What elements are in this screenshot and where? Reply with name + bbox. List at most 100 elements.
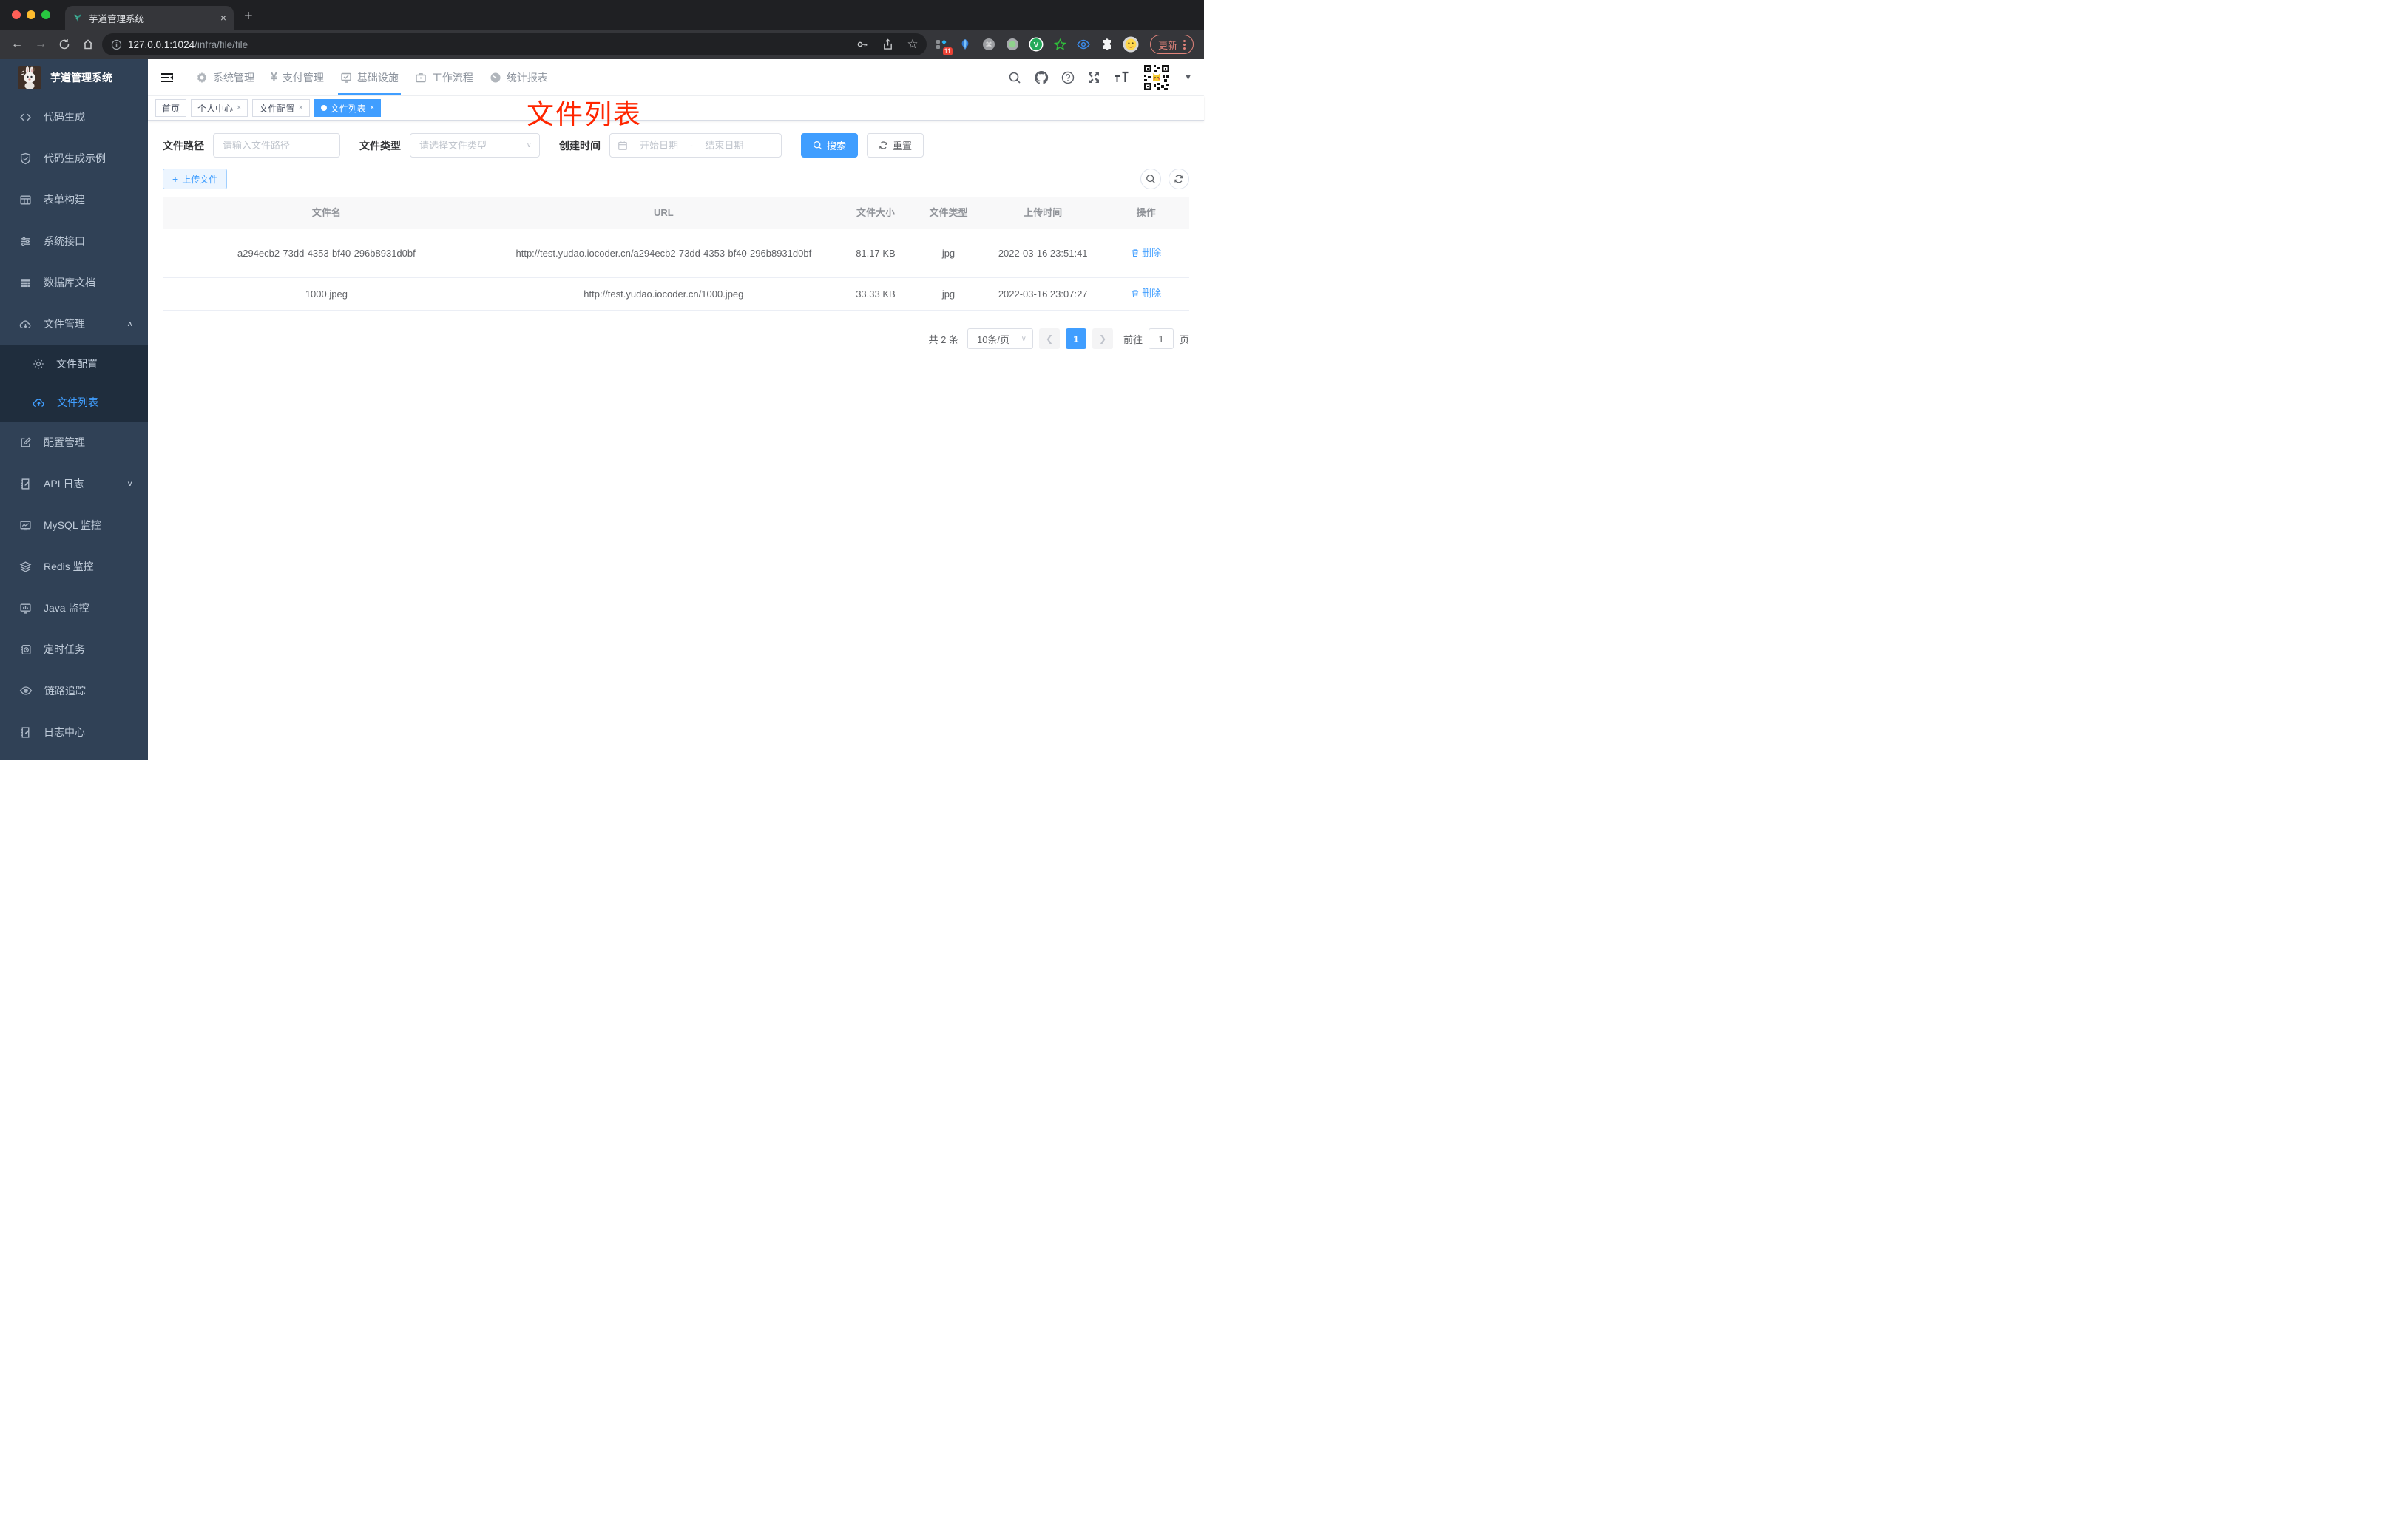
file-path-input[interactable] (214, 140, 339, 151)
next-page-button[interactable]: ❯ (1092, 328, 1113, 349)
tab-close-icon[interactable]: × (220, 12, 226, 24)
gear-icon (33, 358, 44, 370)
new-tab-button[interactable]: + (244, 8, 253, 25)
tag-file-config[interactable]: 文件配置 × (252, 99, 310, 117)
tag-profile[interactable]: 个人中心 × (191, 99, 248, 117)
upload-file-button[interactable]: + 上传文件 (163, 169, 228, 189)
top-menu-label: 支付管理 (282, 71, 324, 84)
tag-home[interactable]: 首页 (155, 99, 187, 117)
sidebar: 芋道管理系统 代码生成 代码生成示例 表单构建 系统接口 数据库文档 文件管理 … (0, 59, 148, 760)
close-icon[interactable]: × (370, 104, 374, 112)
user-avatar-qr[interactable] (1142, 62, 1172, 92)
url-bar[interactable]: 127.0.0.1:1024/infra/file/file ☆ (102, 33, 927, 55)
date-range-picker[interactable]: - (609, 133, 782, 158)
search-label: 搜索 (827, 141, 847, 152)
sidebar-item-label: 数据库文档 (44, 277, 95, 288)
end-date-input[interactable] (697, 140, 751, 151)
top-menu-label: 基础设施 (356, 71, 399, 84)
extension-icons: 11 ⌘ V (931, 34, 1141, 55)
tag-label: 个人中心 (197, 103, 234, 114)
extension-grid-icon[interactable]: 11 (931, 34, 953, 55)
back-icon[interactable]: ← (7, 35, 27, 54)
cloud-download-icon (19, 318, 32, 331)
sidebar-item-db-doc[interactable]: 数据库文档 (0, 262, 148, 303)
sidebar-item-code-generation[interactable]: 代码生成 (0, 96, 148, 138)
search-button[interactable]: 搜索 (801, 133, 859, 158)
close-icon[interactable]: × (298, 104, 302, 112)
sidebar-toggle-icon[interactable] (160, 70, 175, 85)
sidebar-item-scheduled-tasks[interactable]: 定时任务 (0, 629, 148, 670)
sidebar-item-redis-monitor[interactable]: Redis 监控 (0, 546, 148, 587)
select-caret-icon: ∨ (526, 141, 532, 149)
bookmark-star-icon[interactable]: ☆ (903, 35, 922, 54)
table-row: a294ecb2-73dd-4353-bf40-296b8931d0bf htt… (163, 229, 1189, 278)
refresh-table-button[interactable] (1169, 169, 1189, 189)
delete-button[interactable]: 删除 (1131, 285, 1161, 301)
sidebar-item-tracing[interactable]: 链路追踪 (0, 670, 148, 711)
fullscreen-icon[interactable] (1087, 71, 1100, 84)
help-icon[interactable] (1061, 71, 1075, 84)
jump-prefix-label: 前往 (1123, 334, 1143, 345)
show-search-button[interactable] (1140, 169, 1161, 189)
page-size-select[interactable]: 10条/页 ∨ (967, 328, 1033, 349)
tag-file-list[interactable]: 文件列表 × (314, 99, 382, 117)
page-number-button[interactable]: 1 (1065, 328, 1086, 349)
font-size-icon[interactable] (1113, 71, 1129, 84)
share-icon[interactable] (878, 35, 897, 54)
github-icon[interactable] (1034, 70, 1049, 85)
home-icon[interactable] (78, 35, 98, 54)
sidebar-item-label: 链路追踪 (44, 685, 86, 697)
site-info-icon[interactable] (111, 39, 122, 50)
top-menu-workflow[interactable]: 工作流程 (407, 59, 481, 95)
browser-tab[interactable]: 芋道管理系统 × (65, 6, 234, 30)
col-header-type: 文件类型 (929, 207, 968, 218)
sidebar-item-log-center[interactable]: 日志中心 (0, 711, 148, 753)
browser-menu-icon[interactable] (1183, 39, 1186, 50)
doc-edit-icon (19, 478, 32, 490)
search-icon[interactable] (1008, 71, 1021, 84)
extension-eye-icon[interactable] (1073, 34, 1094, 55)
top-menu-reports[interactable]: 统计报表 (481, 59, 556, 95)
extension-badge: 11 (942, 47, 953, 55)
extension-kite-icon[interactable] (955, 34, 975, 55)
prev-page-button[interactable]: ❮ (1038, 328, 1060, 349)
monitor-chart-icon (19, 519, 32, 532)
sidebar-logo[interactable]: 芋道管理系统 (0, 59, 148, 96)
url-host: 127.0.0.1:1024 (128, 38, 195, 50)
sidebar-item-code-example[interactable]: 代码生成示例 (0, 138, 148, 179)
sidebar-item-form-builder[interactable]: 表单构建 (0, 179, 148, 220)
close-icon[interactable]: × (237, 104, 241, 112)
browser-update-button[interactable]: 更新 (1150, 35, 1194, 54)
file-type-select[interactable]: ∨ (410, 133, 540, 158)
reset-button[interactable]: 重置 (867, 133, 924, 158)
start-date-input[interactable] (632, 140, 686, 151)
sidebar-item-system-api[interactable]: 系统接口 (0, 220, 148, 262)
sidebar-item-config-management[interactable]: 配置管理 (0, 422, 148, 463)
reload-icon[interactable] (55, 35, 74, 54)
password-key-icon[interactable] (853, 35, 872, 54)
sidebar-item-file-config[interactable]: 文件配置 (0, 345, 148, 383)
extensions-puzzle-icon[interactable] (1097, 34, 1117, 55)
jump-page-input[interactable] (1148, 328, 1174, 349)
extension-dot-icon[interactable] (1002, 34, 1023, 55)
jump-suffix-label: 页 (1179, 334, 1189, 345)
extension-v-icon[interactable]: V (1026, 34, 1046, 55)
sidebar-item-api-log[interactable]: API 日志 ∨ (0, 463, 148, 504)
delete-button[interactable]: 删除 (1131, 245, 1161, 260)
file-type-input[interactable] (410, 140, 527, 151)
top-menu-payment[interactable]: ¥ 支付管理 (263, 59, 332, 95)
extension-command-icon[interactable]: ⌘ (978, 34, 999, 55)
sidebar-item-mysql-monitor[interactable]: MySQL 监控 (0, 504, 148, 546)
minimize-window-button[interactable] (27, 10, 35, 19)
url-text[interactable]: 127.0.0.1:1024/infra/file/file (128, 39, 248, 50)
extension-star-icon[interactable] (1049, 34, 1070, 55)
sidebar-item-file-list[interactable]: 文件列表 (0, 383, 148, 422)
sidebar-item-file-management[interactable]: 文件管理 ∧ (0, 303, 148, 345)
profile-avatar-icon[interactable] (1120, 34, 1141, 55)
sidebar-item-java-monitor[interactable]: Java 监控 (0, 587, 148, 629)
top-menu-system[interactable]: 系统管理 (188, 59, 263, 95)
top-menu-infrastructure[interactable]: 基础设施 (332, 59, 407, 95)
close-window-button[interactable] (12, 10, 21, 19)
caret-down-icon[interactable]: ▼ (1184, 73, 1192, 82)
maximize-window-button[interactable] (41, 10, 50, 19)
